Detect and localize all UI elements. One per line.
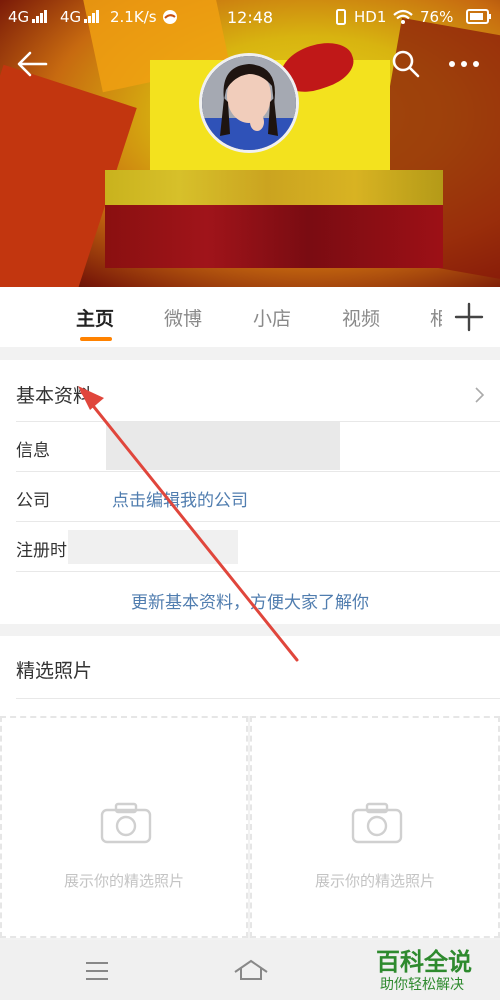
watermark: 百科全说 助你轻松解决 xyxy=(360,940,500,1000)
home-icon[interactable] xyxy=(232,958,270,982)
menu-icon[interactable] xyxy=(84,960,110,982)
annotation-arrow xyxy=(78,386,299,662)
watermark-subtitle: 助你轻松解决 xyxy=(380,977,464,993)
watermark-title: 百科全说 xyxy=(376,948,472,976)
